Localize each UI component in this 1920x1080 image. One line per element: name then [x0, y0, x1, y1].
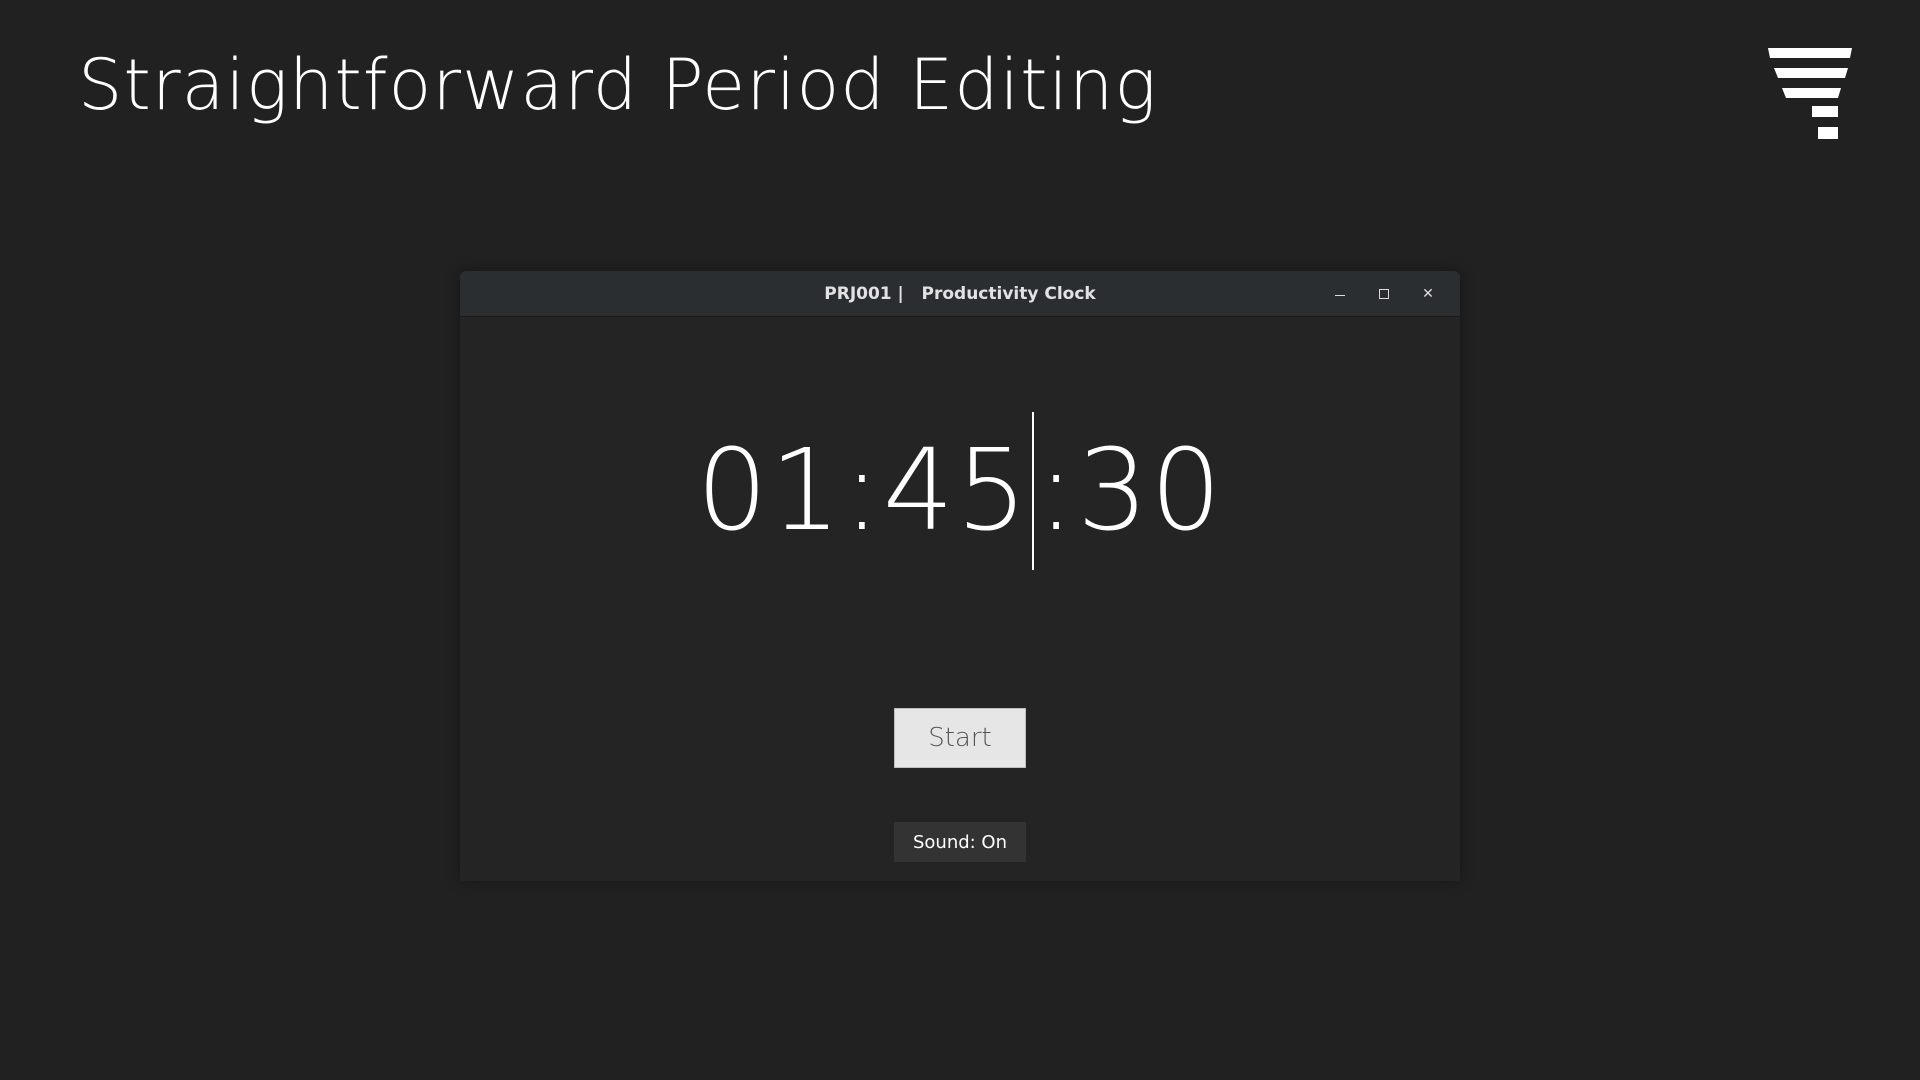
clock-display[interactable]: 01:45 :30 — [460, 411, 1460, 571]
window-titlebar[interactable]: PRJ001 | Productivity Clock ✕ — [460, 271, 1460, 317]
sound-toggle-button[interactable]: Sound: On — [894, 822, 1026, 862]
window-title: PRJ001 | Productivity Clock — [824, 284, 1096, 304]
productivity-clock-window: PRJ001 | Productivity Clock ✕ 01:45 :30 — [460, 271, 1460, 881]
close-icon: ✕ — [1422, 286, 1434, 302]
text-cursor — [1032, 412, 1035, 570]
slide-title: Straightforward Period Editing — [78, 44, 1158, 126]
maximize-icon — [1379, 289, 1389, 299]
clock-time-field[interactable]: 01:45 :30 — [696, 412, 1223, 570]
close-button[interactable]: ✕ — [1406, 271, 1450, 317]
clock-hours-minutes: 01:45 — [696, 426, 1030, 556]
minimize-icon — [1335, 294, 1345, 296]
slide: Straightforward Period Editing PRJ001 | … — [0, 0, 1920, 1080]
brand-logo-icon — [1768, 48, 1852, 139]
maximize-button[interactable] — [1362, 271, 1406, 317]
minimize-button[interactable] — [1318, 271, 1362, 317]
start-button[interactable]: Start — [894, 708, 1026, 768]
window-controls: ✕ — [1318, 271, 1450, 317]
clock-seconds: :30 — [1037, 426, 1224, 556]
